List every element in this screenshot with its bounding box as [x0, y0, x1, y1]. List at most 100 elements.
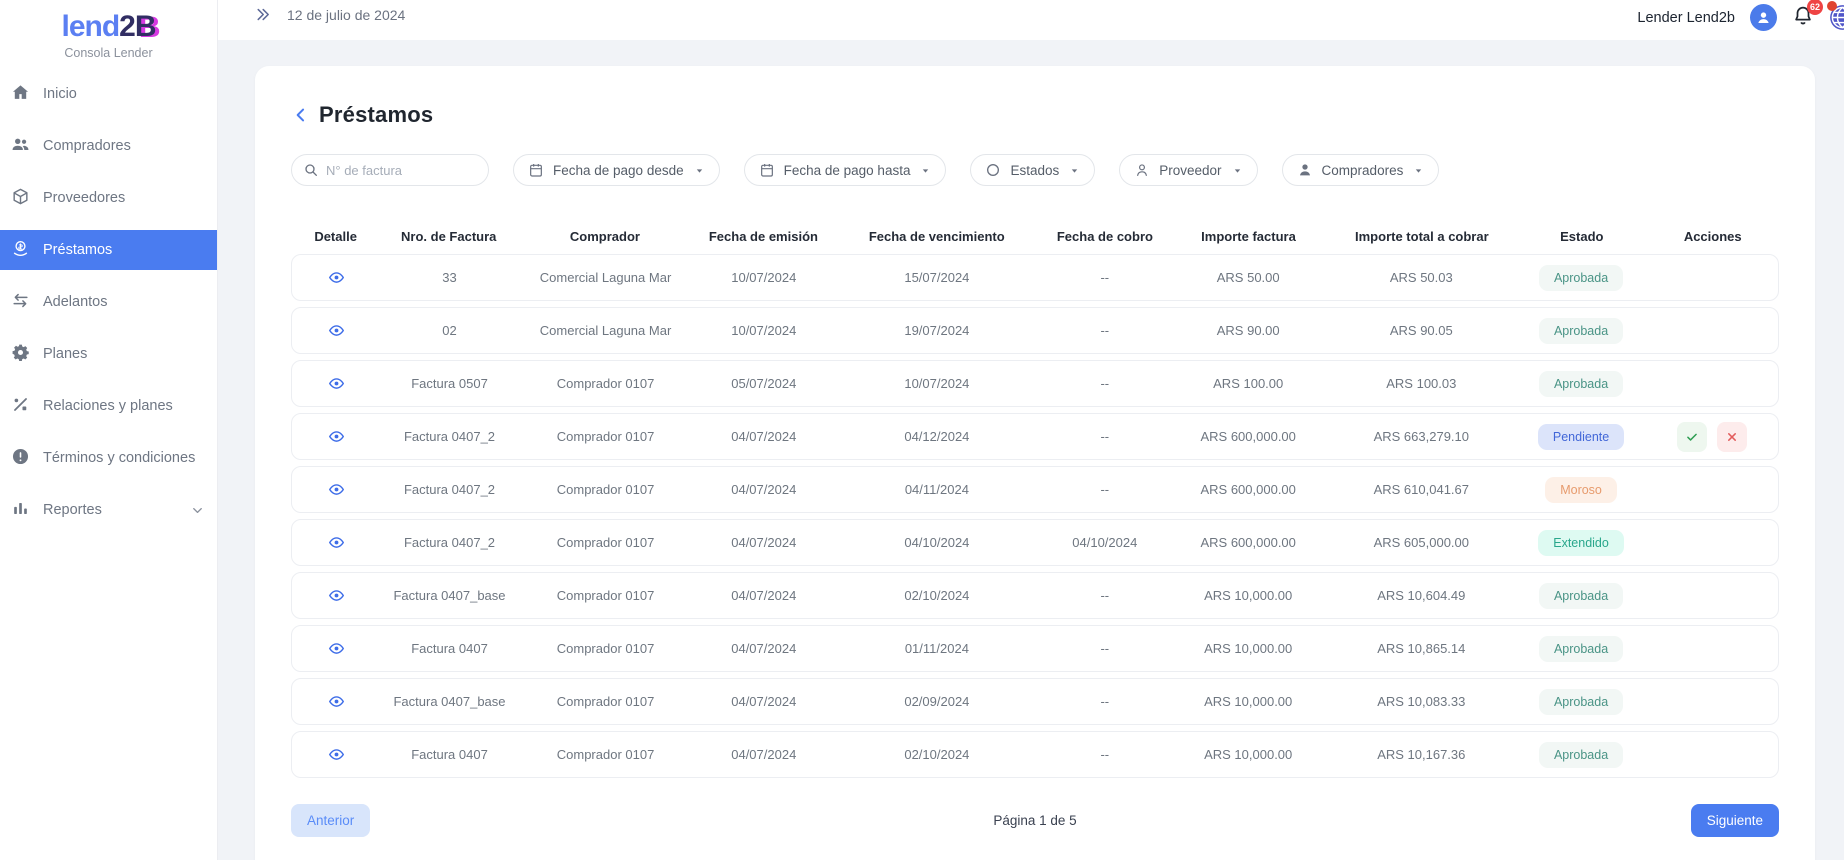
view-detail-button[interactable] — [323, 423, 351, 451]
row-actions — [1646, 422, 1778, 452]
status-badge: Aprobada — [1539, 371, 1623, 397]
view-detail-button[interactable] — [323, 317, 351, 345]
status-badge: Aprobada — [1539, 318, 1623, 344]
cell-due: 01/11/2024 — [834, 641, 1039, 656]
sidebar-item-adelantos[interactable]: Adelantos — [0, 282, 217, 322]
next-page-button[interactable]: Siguiente — [1691, 804, 1779, 837]
circle-icon — [985, 162, 1001, 178]
sidebar-item-relaciones[interactable]: Relaciones y planes — [0, 386, 217, 426]
language-button[interactable] — [1829, 4, 1844, 31]
eye-icon — [328, 587, 345, 604]
double-chevron-icon[interactable] — [254, 6, 271, 23]
view-detail-button[interactable] — [323, 529, 351, 557]
status-badge: Moroso — [1545, 477, 1617, 503]
column-header-detalle: Detalle — [291, 229, 380, 244]
sidebar-item-label: Relaciones y planes — [43, 398, 173, 414]
status-badge: Pendiente — [1538, 424, 1624, 450]
cell-due: 04/11/2024 — [834, 482, 1039, 497]
chevron-down-icon — [190, 503, 205, 518]
reject-button[interactable] — [1717, 422, 1747, 452]
cell-invoice: Factura 0507 — [381, 376, 518, 391]
cell-actions — [1646, 687, 1778, 717]
transfer-icon — [11, 291, 30, 314]
column-header-factura: Nro. de Factura — [380, 229, 517, 244]
cell-issued: 04/07/2024 — [693, 535, 834, 550]
status-badge: Aprobada — [1539, 636, 1623, 662]
cell-buyer: Comprador 0107 — [518, 588, 693, 603]
table-row: Factura 0407_base Comprador 0107 04/07/2… — [291, 572, 1779, 619]
cell-status: Moroso — [1516, 477, 1645, 503]
view-detail-button[interactable] — [323, 688, 351, 716]
approve-button[interactable] — [1677, 422, 1707, 452]
filter-estados[interactable]: Estados — [970, 154, 1095, 186]
sidebar-item-terminos[interactable]: Términos y condiciones — [0, 438, 217, 478]
cell-collected: -- — [1039, 641, 1170, 656]
cell-buyer: Comprador 0107 — [518, 694, 693, 709]
globe-status-dot — [1827, 1, 1837, 11]
sidebar-item-prestamos[interactable]: Préstamos — [0, 230, 217, 270]
filter-label: Estados — [1010, 163, 1059, 178]
table-row: Factura 0407_2 Comprador 0107 04/07/2024… — [291, 466, 1779, 513]
cell-invoice: Factura 0407_2 — [381, 535, 518, 550]
user-filled-icon — [1297, 162, 1313, 178]
column-header-comprador: Comprador — [517, 229, 693, 244]
view-detail-button[interactable] — [323, 476, 351, 504]
eye-icon — [328, 269, 345, 286]
cell-invoice: Factura 0407_2 — [381, 429, 518, 444]
info-icon — [11, 447, 30, 470]
cell-actions — [1646, 740, 1778, 770]
sidebar-item-compradores[interactable]: Compradores — [0, 126, 217, 166]
view-detail-button[interactable] — [323, 635, 351, 663]
previous-page-button[interactable]: Anterior — [291, 804, 370, 837]
breadcrumb: 12 de julio de 2024 — [254, 6, 405, 23]
cell-buyer: Comprador 0107 — [518, 376, 693, 391]
back-chevron-icon[interactable] — [291, 105, 311, 125]
filter-proveedor[interactable]: Proveedor — [1119, 154, 1257, 186]
sidebar-item-proveedores[interactable]: Proveedores — [0, 178, 217, 218]
cell-collected: -- — [1039, 376, 1170, 391]
cell-detalle — [292, 317, 381, 345]
cell-detalle — [292, 264, 381, 292]
sidebar-item-planes[interactable]: Planes — [0, 334, 217, 374]
page-header: Préstamos — [291, 102, 1779, 128]
cell-total: ARS 610,041.67 — [1326, 482, 1516, 497]
content-card: Préstamos Fecha de pago desde Fecha de p… — [255, 66, 1815, 860]
cell-actions — [1646, 369, 1778, 399]
filter-compradores[interactable]: Compradores — [1282, 154, 1440, 186]
notifications-button[interactable]: 62 — [1792, 4, 1814, 31]
cell-invoice: Factura 0407_base — [381, 694, 518, 709]
view-detail-button[interactable] — [323, 370, 351, 398]
cell-status: Aprobada — [1516, 371, 1645, 397]
search-icon — [303, 162, 319, 178]
view-detail-button[interactable] — [323, 264, 351, 292]
table-row: Factura 0407_base Comprador 0107 04/07/2… — [291, 678, 1779, 725]
search-input[interactable] — [291, 154, 489, 186]
cell-collected: -- — [1039, 747, 1170, 762]
filter-fecha-pago-hasta[interactable]: Fecha de pago hasta — [744, 154, 947, 186]
cell-collected: 04/10/2024 — [1039, 535, 1170, 550]
view-detail-button[interactable] — [323, 741, 351, 769]
sidebar-item-reportes[interactable]: Reportes — [0, 490, 217, 530]
gear-icon — [11, 343, 30, 366]
column-header-acciones: Acciones — [1647, 229, 1779, 244]
bar-chart-icon — [11, 499, 30, 522]
cell-actions — [1646, 422, 1778, 452]
cell-detalle — [292, 635, 381, 663]
avatar[interactable] — [1750, 4, 1777, 31]
cell-status: Aprobada — [1516, 265, 1645, 291]
cell-actions — [1646, 528, 1778, 558]
cell-due: 04/10/2024 — [834, 535, 1039, 550]
cell-total: ARS 50.03 — [1326, 270, 1516, 285]
table-body: 33 Comercial Laguna Mar 10/07/2024 15/07… — [291, 254, 1779, 778]
calendar-icon — [528, 162, 544, 178]
table-row: Factura 0407 Comprador 0107 04/07/2024 0… — [291, 731, 1779, 778]
cell-collected: -- — [1039, 270, 1170, 285]
view-detail-button[interactable] — [323, 582, 351, 610]
column-header-total: Importe total a cobrar — [1327, 229, 1517, 244]
cell-detalle — [292, 582, 381, 610]
eye-icon — [328, 481, 345, 498]
sidebar-item-inicio[interactable]: Inicio — [0, 74, 217, 114]
cell-total: ARS 10,167.36 — [1326, 747, 1516, 762]
cell-buyer: Comprador 0107 — [518, 747, 693, 762]
filter-fecha-pago-desde[interactable]: Fecha de pago desde — [513, 154, 720, 186]
